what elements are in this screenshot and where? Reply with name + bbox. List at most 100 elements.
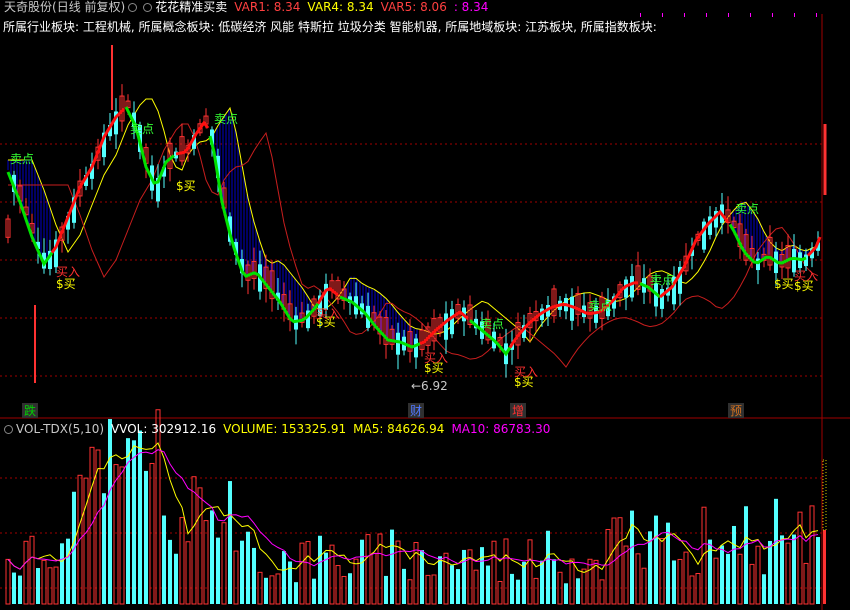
- stock-name[interactable]: 天奇股份: [4, 0, 52, 14]
- low-price-label: ←6.92: [411, 379, 448, 393]
- event-markers: 跌财增预: [22, 403, 744, 418]
- buy-signal: $买: [56, 277, 76, 291]
- volume-bar: [683, 551, 689, 605]
- volume-bar: [108, 419, 112, 604]
- volume-bar: [402, 568, 406, 604]
- volume-bar: [527, 539, 533, 605]
- vvol-value: VVOL: 302912.16: [111, 422, 217, 436]
- volume-bar: [809, 505, 815, 605]
- volume-bar: [774, 498, 778, 604]
- volume-value: VOLUME: 153325.91: [223, 422, 347, 436]
- top-marker: [640, 13, 641, 17]
- collapse-icon-vol[interactable]: [4, 425, 13, 434]
- vol-indicator-name[interactable]: VOL-TDX(5,10): [16, 422, 104, 436]
- volume-bar: [659, 538, 665, 605]
- volume-bar: [413, 541, 419, 605]
- volume-bar: [635, 553, 641, 605]
- sell-signal: 卖点: [588, 299, 612, 313]
- volume-bar: [407, 579, 413, 605]
- volume-bar: [390, 529, 394, 604]
- volume-bar: [191, 476, 197, 605]
- volume-bar: [456, 569, 460, 604]
- top-marker: [772, 13, 773, 17]
- volume-bar: [275, 573, 281, 605]
- volume-bar: [755, 545, 761, 605]
- volume-bar: [486, 565, 490, 604]
- var1-value: VAR1: 8.34: [234, 0, 301, 14]
- volume-bar: [162, 515, 166, 604]
- volume-bar: [83, 477, 89, 605]
- volume-bar: [569, 558, 575, 605]
- event-marker: 跌: [24, 403, 36, 418]
- volume-bar: [23, 540, 29, 605]
- sell-signal: 卖点: [130, 122, 154, 136]
- candlesticks[interactable]: [5, 45, 827, 383]
- volume-bar: [564, 583, 568, 604]
- top-marker: [750, 13, 751, 17]
- volume-bar: [41, 559, 47, 605]
- ma-red-line: [8, 123, 819, 368]
- volume-bar: [785, 542, 791, 605]
- ma5-value: MA5: 84626.94: [353, 422, 445, 436]
- event-marker: 预: [730, 404, 742, 418]
- volume-bar: [197, 487, 203, 605]
- volume-bar: [119, 466, 125, 605]
- volume-bar: [312, 578, 316, 604]
- volume-bar: [216, 537, 220, 604]
- volume-bar: [599, 579, 605, 605]
- price-panel-title: 天奇股份(日线 前复权) 花花精准买卖 VAR1: 8.34 VAR4: 8.34 VA…: [4, 0, 488, 14]
- volume-bar: [672, 560, 676, 604]
- vvol-bar: [822, 459, 827, 531]
- chart-mode[interactable]: (日线 前复权): [52, 0, 125, 14]
- collapse-icon[interactable]: [128, 3, 138, 12]
- volume-bar: [546, 530, 550, 604]
- stock-chart-canvas[interactable]: 卖点卖点卖点卖点卖点卖点卖点$买$买$买$买$买$买 $买买入买入买入买入买入←6…: [0, 0, 850, 610]
- volume-bar: [677, 558, 683, 605]
- volume-bars[interactable]: [5, 409, 827, 605]
- volume-bar: [264, 577, 268, 604]
- indicator-name[interactable]: 花花精准买卖: [155, 0, 227, 14]
- volume-bar: [66, 538, 70, 604]
- sell-signal: 卖点: [214, 112, 238, 126]
- volume-bar: [36, 568, 40, 604]
- volume-bar: [341, 575, 347, 605]
- volume-bar: [617, 517, 623, 605]
- buy-signal: $买: [774, 277, 794, 291]
- volume-bar: [138, 430, 142, 604]
- volume-bar: [12, 572, 16, 604]
- volume-bar: [348, 573, 352, 604]
- volume-bar: [780, 535, 784, 604]
- volume-bar: [185, 541, 191, 605]
- candle-body: [324, 283, 328, 310]
- candle-body: [660, 289, 664, 309]
- volume-bar: [179, 517, 185, 605]
- volume-bar: [497, 580, 503, 605]
- candle-body: [804, 254, 808, 267]
- volume-bar: [762, 574, 766, 604]
- volume-bar: [654, 515, 658, 604]
- volume-bar: [360, 539, 364, 604]
- volume-bar: [593, 559, 599, 605]
- top-marker: [662, 13, 663, 17]
- volume-bar: [510, 573, 514, 604]
- volume-bar: [305, 541, 311, 605]
- volume-bar: [132, 440, 136, 604]
- collapse-icon-2[interactable]: [143, 3, 153, 12]
- top-marker: [816, 13, 817, 17]
- sell-signal: 卖点: [650, 273, 674, 287]
- volume-bar: [443, 552, 449, 605]
- candle-body: [630, 276, 634, 298]
- volume-bar: [695, 573, 701, 605]
- volume-bar: [53, 566, 59, 605]
- volume-bar: [318, 535, 322, 604]
- volume-bar: [605, 529, 611, 605]
- volume-bar: [438, 556, 442, 604]
- volume-bar: [168, 539, 172, 604]
- volume-bar: [113, 464, 119, 605]
- volume-bar: [174, 553, 178, 604]
- trend-band: [7, 109, 812, 345]
- volume-bar: [240, 540, 244, 604]
- volume-bar: [431, 574, 437, 605]
- volume-bar: [353, 558, 359, 605]
- trend-segment: [6, 171, 54, 268]
